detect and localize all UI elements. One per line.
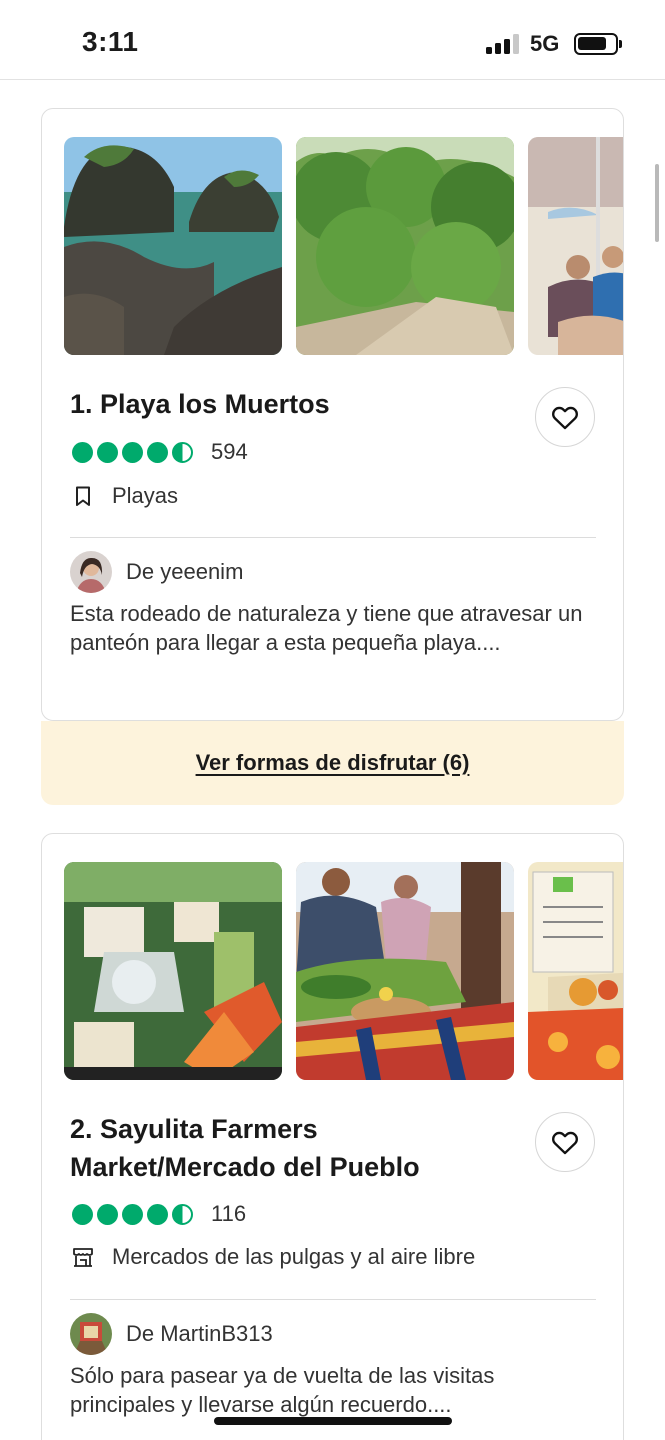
reviewer: De MartinB313 (70, 1313, 273, 1355)
listing-photo[interactable] (528, 862, 623, 1080)
photo-carousel[interactable] (64, 862, 623, 1082)
avatar[interactable] (70, 1313, 112, 1355)
status-bar: 3:11 5G (0, 0, 665, 80)
rating-bubble-full (147, 1203, 168, 1225)
battery-icon (574, 33, 622, 55)
review-count[interactable]: 594 (211, 439, 248, 465)
listing-title[interactable]: 2. Sayulita Farmers Market/Mercado del P… (70, 1110, 530, 1186)
network-label: 5G (530, 31, 560, 56)
rating-bubble-full (122, 1203, 143, 1225)
listing-photo[interactable] (528, 137, 623, 355)
rating-bubble-full (72, 441, 93, 463)
see-ways-to-enjoy-link[interactable]: Ver formas de disfrutar (6) (196, 750, 470, 776)
listing-card-1[interactable]: 1. Playa los Muertos 594 Playas De yeeen… (41, 108, 624, 721)
action-strip: Ver formas de disfrutar (6) (41, 721, 624, 805)
photo-carousel[interactable] (64, 137, 623, 357)
heart-icon (552, 406, 578, 430)
listing-title[interactable]: 1. Playa los Muertos (70, 385, 330, 423)
rating-bubbles: 116 (72, 1201, 246, 1227)
listing-photo[interactable] (64, 862, 282, 1080)
heart-icon (552, 1131, 578, 1155)
reviewer-name[interactable]: De MartinB313 (126, 1321, 273, 1347)
category-tag: Mercados de las pulgas y al aire libre (72, 1243, 475, 1271)
listing-card-2[interactable]: 2. Sayulita Farmers Market/Mercado del P… (41, 833, 624, 1440)
rating-bubble-full (97, 1203, 118, 1225)
battery-fill (578, 37, 606, 50)
listing-photo[interactable] (296, 862, 514, 1080)
save-button[interactable] (535, 1112, 595, 1172)
review-snippet: Esta rodeado de naturaleza y tiene que a… (70, 601, 583, 655)
bookmark-icon (72, 485, 94, 507)
listing-photo[interactable] (64, 137, 282, 355)
category-tag: Playas (72, 482, 178, 510)
cellular-signal-icon (486, 34, 520, 54)
listing-photo[interactable] (296, 137, 514, 355)
avatar[interactable] (70, 551, 112, 593)
category-label: Mercados de las pulgas y al aire libre (112, 1244, 476, 1269)
category-label: Playas (112, 483, 179, 508)
rating-bubbles: 594 (72, 439, 248, 465)
divider (70, 537, 596, 538)
review-count[interactable]: 116 (211, 1201, 246, 1227)
rating-bubble-half (172, 1203, 193, 1225)
home-indicator[interactable] (214, 1417, 452, 1425)
reviewer-name[interactable]: De yeeenim (126, 559, 243, 585)
reviewer: De yeeenim (70, 551, 243, 593)
scrollbar[interactable] (655, 164, 659, 242)
rating-bubble-full (122, 441, 143, 463)
rating-bubble-full (72, 1203, 93, 1225)
rating-bubble-full (97, 441, 118, 463)
rating-bubble-full (147, 441, 168, 463)
status-time: 3:11 (82, 26, 139, 57)
divider (70, 1299, 596, 1300)
save-button[interactable] (535, 387, 595, 447)
market-stall-icon (72, 1246, 94, 1268)
rating-bubble-half (172, 441, 193, 463)
review-snippet: Sólo para pasear ya de vuelta de las vis… (70, 1363, 495, 1417)
